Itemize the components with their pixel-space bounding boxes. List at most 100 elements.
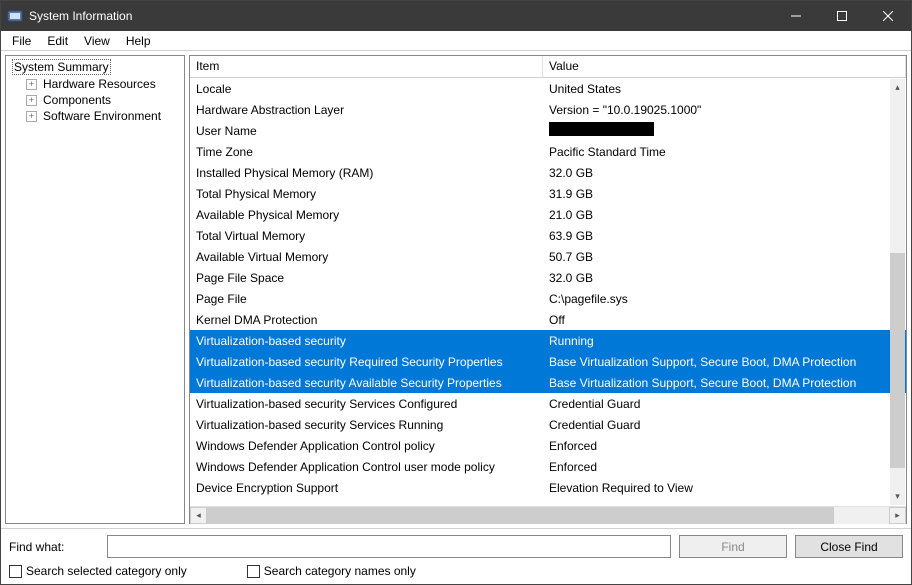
cell-value: Running (543, 332, 906, 350)
table-row[interactable]: Windows Defender Application Control use… (190, 456, 906, 477)
expand-icon[interactable]: + (26, 95, 37, 106)
scroll-thumb[interactable] (207, 507, 834, 524)
window-title: System Information (29, 9, 132, 23)
check-label: Search category names only (264, 564, 416, 578)
cell-item: Installed Physical Memory (RAM) (190, 164, 543, 182)
maximize-button[interactable] (819, 1, 865, 31)
cell-item: Virtualization-based security Required S… (190, 353, 543, 371)
tree-label: Components (41, 93, 113, 107)
find-label: Find what: (9, 540, 99, 554)
menu-help[interactable]: Help (119, 33, 158, 49)
table-row[interactable]: Device Encryption SupportElevation Requi… (190, 477, 906, 498)
table-row[interactable]: Total Virtual Memory63.9 GB (190, 225, 906, 246)
table-row[interactable]: LocaleUnited States (190, 78, 906, 99)
cell-value: United States (543, 80, 906, 98)
cell-item: Page File Space (190, 269, 543, 287)
cell-item: Total Virtual Memory (190, 227, 543, 245)
horizontal-scrollbar[interactable]: ◂ ▸ (190, 506, 906, 523)
menubar: File Edit View Help (1, 31, 911, 51)
window: System Information File Edit View Help S… (0, 0, 912, 585)
column-header-value[interactable]: Value (543, 56, 906, 77)
category-tree[interactable]: System Summary + Hardware Resources + Co… (5, 55, 185, 524)
find-button[interactable]: Find (679, 535, 787, 558)
cell-value: 63.9 GB (543, 227, 906, 245)
cell-item: Page File (190, 290, 543, 308)
cell-value: 50.7 GB (543, 248, 906, 266)
cell-item: Virtualization-based security Available … (190, 374, 543, 392)
cell-item: Kernel DMA Protection (190, 311, 543, 329)
column-header-item[interactable]: Item (190, 56, 543, 77)
tree-label: Software Environment (41, 109, 163, 123)
cell-value: Off (543, 311, 906, 329)
checkbox-icon[interactable] (9, 565, 22, 578)
table-row[interactable]: Available Virtual Memory50.7 GB (190, 246, 906, 267)
cell-item: Virtualization-based security Services R… (190, 416, 543, 434)
cell-item: Total Physical Memory (190, 185, 543, 203)
details-body[interactable]: LocaleUnited StatesHardware Abstraction … (190, 78, 906, 506)
cell-item: Available Virtual Memory (190, 248, 543, 266)
cell-value: Enforced (543, 458, 906, 476)
redacted-value (549, 122, 654, 136)
details-header: Item Value (190, 56, 906, 78)
tree-item-components[interactable]: + Components (6, 92, 184, 108)
tree-root-system-summary[interactable]: System Summary (6, 58, 184, 76)
table-row[interactable]: Page File Space32.0 GB (190, 267, 906, 288)
close-find-button[interactable]: Close Find (795, 535, 903, 558)
cell-item: Hardware Abstraction Layer (190, 101, 543, 119)
cell-value: 32.0 GB (543, 269, 906, 287)
table-row[interactable]: Hardware Abstraction LayerVersion = "10.… (190, 99, 906, 120)
find-panel: Find what: Find Close Find Search select… (1, 529, 911, 584)
expand-icon[interactable]: + (26, 111, 37, 122)
minimize-button[interactable] (773, 1, 819, 31)
cell-value: Base Virtualization Support, Secure Boot… (543, 374, 906, 392)
cell-value: 32.0 GB (543, 164, 906, 182)
cell-item: User Name (190, 122, 543, 140)
cell-item: Virtualization-based security (190, 332, 543, 350)
cell-value: Pacific Standard Time (543, 143, 906, 161)
checkbox-icon[interactable] (247, 565, 260, 578)
table-row[interactable]: Virtualization-based security Services R… (190, 414, 906, 435)
table-row[interactable]: Installed Physical Memory (RAM)32.0 GB (190, 162, 906, 183)
cell-item: Device Encryption Support (190, 479, 543, 497)
table-row[interactable]: User Name (190, 120, 906, 141)
tree-item-software-environment[interactable]: + Software Environment (6, 108, 184, 124)
table-row[interactable]: Virtualization-based security Required S… (190, 351, 906, 372)
cell-value: 31.9 GB (543, 185, 906, 203)
cell-value: Version = "10.0.19025.1000" (543, 101, 906, 119)
table-row[interactable]: Available Physical Memory21.0 GB (190, 204, 906, 225)
app-icon (7, 8, 23, 24)
table-row[interactable]: Virtualization-based securityRunning (190, 330, 906, 351)
menu-file[interactable]: File (5, 33, 38, 49)
tree-label: Hardware Resources (41, 77, 158, 91)
check-label: Search selected category only (26, 564, 187, 578)
cell-value: C:\pagefile.sys (543, 290, 906, 308)
table-row[interactable]: Page FileC:\pagefile.sys (190, 288, 906, 309)
cell-item: Windows Defender Application Control pol… (190, 437, 543, 455)
expand-icon[interactable]: + (26, 79, 37, 90)
check-selected-category[interactable]: Search selected category only (9, 564, 187, 578)
scroll-track[interactable] (207, 507, 889, 524)
tree-label: System Summary (12, 59, 111, 75)
cell-item: Available Physical Memory (190, 206, 543, 224)
cell-value: Base Virtualization Support, Secure Boot… (543, 353, 906, 371)
table-row[interactable]: Virtualization-based security Available … (190, 372, 906, 393)
check-category-names[interactable]: Search category names only (247, 564, 416, 578)
cell-item: Locale (190, 80, 543, 98)
table-row[interactable]: Kernel DMA ProtectionOff (190, 309, 906, 330)
table-row[interactable]: Windows Defender Application Control pol… (190, 435, 906, 456)
scroll-right-icon[interactable]: ▸ (889, 507, 906, 524)
cell-item: Windows Defender Application Control use… (190, 458, 543, 476)
close-button[interactable] (865, 1, 911, 31)
cell-value (543, 120, 906, 141)
menu-view[interactable]: View (77, 33, 117, 49)
find-input[interactable] (107, 535, 671, 558)
table-row[interactable]: Time ZonePacific Standard Time (190, 141, 906, 162)
table-row[interactable]: Total Physical Memory31.9 GB (190, 183, 906, 204)
cell-value: Credential Guard (543, 416, 906, 434)
cell-value: Credential Guard (543, 395, 906, 413)
menu-edit[interactable]: Edit (40, 33, 75, 49)
tree-item-hardware-resources[interactable]: + Hardware Resources (6, 76, 184, 92)
scroll-left-icon[interactable]: ◂ (190, 507, 207, 524)
titlebar: System Information (1, 1, 911, 31)
table-row[interactable]: Virtualization-based security Services C… (190, 393, 906, 414)
